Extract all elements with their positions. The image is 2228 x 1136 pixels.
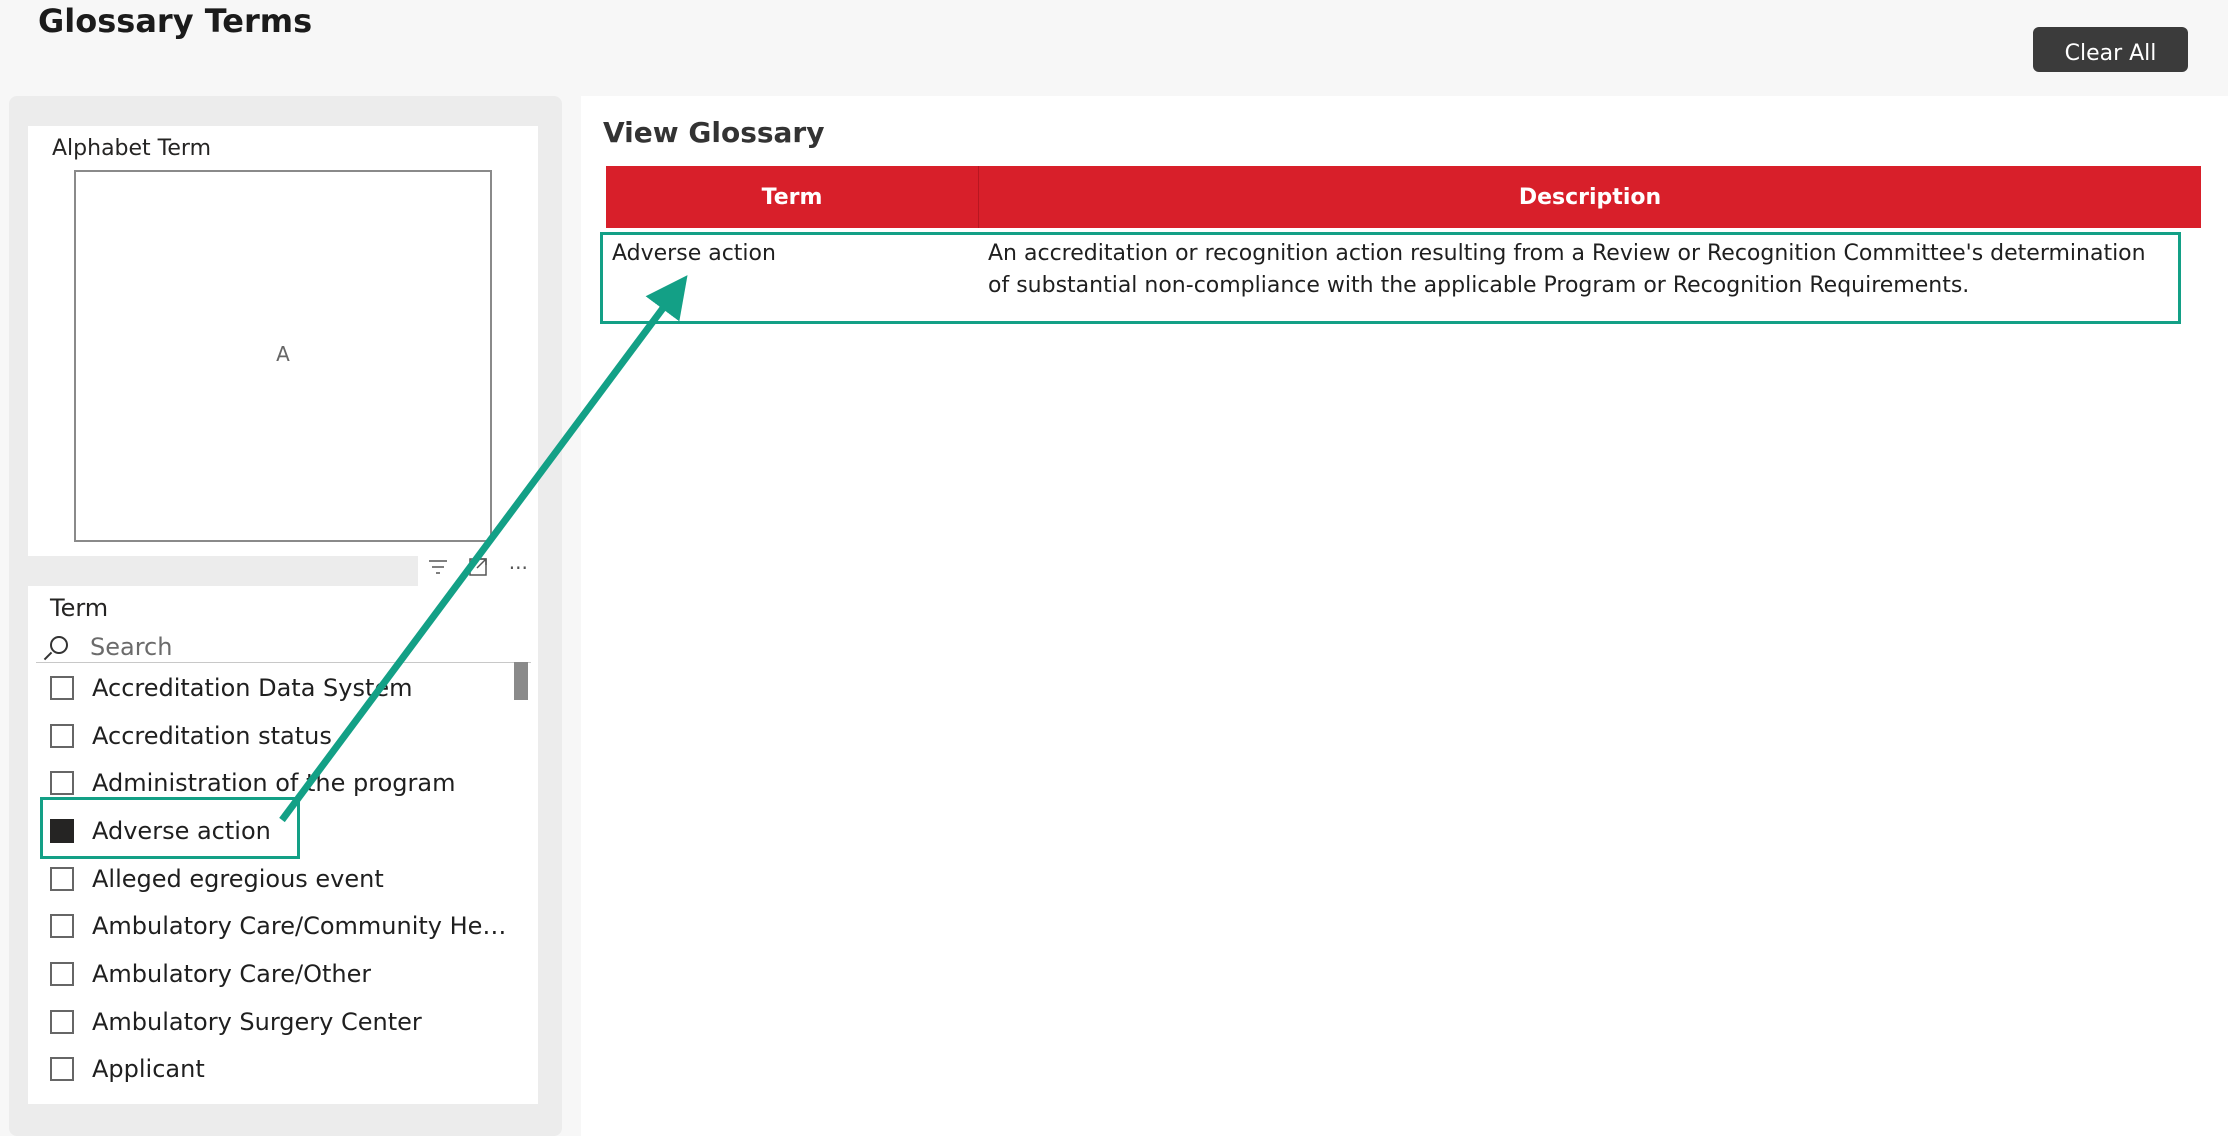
list-item[interactable]: Accreditation status xyxy=(50,712,515,760)
term-list: Accreditation Data System Accreditation … xyxy=(50,664,515,1093)
checkbox-checked[interactable] xyxy=(50,818,74,843)
checkbox[interactable] xyxy=(50,771,74,796)
focus-mode-icon[interactable] xyxy=(468,557,488,580)
list-item[interactable]: Ambulatory Surgery Center xyxy=(50,998,515,1046)
cell-description: An accreditation or recognition action r… xyxy=(988,241,2146,298)
alphabet-term-slicer: Alphabet Term A xyxy=(28,126,538,556)
checkbox[interactable] xyxy=(50,866,74,891)
list-item[interactable]: Accreditation Data System xyxy=(50,664,515,712)
list-item[interactable]: Applicant xyxy=(50,1046,515,1094)
term-label: Administration of the program xyxy=(92,769,456,798)
more-options-icon[interactable]: ··· xyxy=(509,558,528,578)
clear-all-button[interactable]: Clear All xyxy=(2033,27,2188,72)
checkbox[interactable] xyxy=(50,723,74,748)
term-label: Accreditation status xyxy=(92,721,332,750)
search-divider xyxy=(36,662,531,663)
alphabet-tile[interactable]: A xyxy=(74,170,492,542)
term-label: Ambulatory Care/Other xyxy=(92,959,372,988)
page-title: Glossary Terms xyxy=(38,2,313,40)
list-item-selected[interactable]: Adverse action xyxy=(50,807,515,855)
alphabet-term-title: Alphabet Term xyxy=(52,136,211,161)
list-item[interactable]: Ambulatory Care/Community Health... xyxy=(50,902,515,950)
term-slicer: Term Accreditation Data System Accredita… xyxy=(28,586,538,1104)
list-item[interactable]: Ambulatory Care/Other xyxy=(50,950,515,998)
list-scrollbar[interactable] xyxy=(514,662,528,700)
search-input[interactable] xyxy=(88,632,492,662)
list-item[interactable]: Administration of the program xyxy=(50,759,515,807)
term-label: Ambulatory Care/Community Health... xyxy=(92,912,515,941)
list-item[interactable]: Alleged egregious event xyxy=(50,855,515,903)
search-icon xyxy=(50,636,68,654)
visual-header-toolbar: ··· xyxy=(418,550,538,586)
column-header-description[interactable]: Description xyxy=(979,166,2201,228)
term-label: Adverse action xyxy=(92,816,271,845)
term-label: Alleged egregious event xyxy=(92,864,384,893)
term-label: Ambulatory Surgery Center xyxy=(92,1007,422,1036)
search-row xyxy=(50,630,520,664)
checkbox[interactable] xyxy=(50,961,74,986)
checkbox[interactable] xyxy=(50,675,74,700)
glossary-panel: View Glossary Term Description Adverse a… xyxy=(581,96,2228,1136)
term-slicer-title: Term xyxy=(50,594,109,622)
filter-icon[interactable] xyxy=(428,558,448,579)
term-label: Applicant xyxy=(92,1055,205,1084)
checkbox[interactable] xyxy=(50,914,74,939)
table-header: Term Description xyxy=(606,166,2201,228)
cell-term: Adverse action xyxy=(612,241,776,266)
alphabet-letter: A xyxy=(276,342,290,366)
column-header-term[interactable]: Term xyxy=(606,166,979,228)
checkbox[interactable] xyxy=(50,1009,74,1034)
term-label: Accreditation Data System xyxy=(92,673,413,702)
table-row[interactable]: Adverse action An accreditation or recog… xyxy=(606,234,2201,302)
glossary-title: View Glossary xyxy=(603,116,825,149)
checkbox[interactable] xyxy=(50,1057,74,1082)
